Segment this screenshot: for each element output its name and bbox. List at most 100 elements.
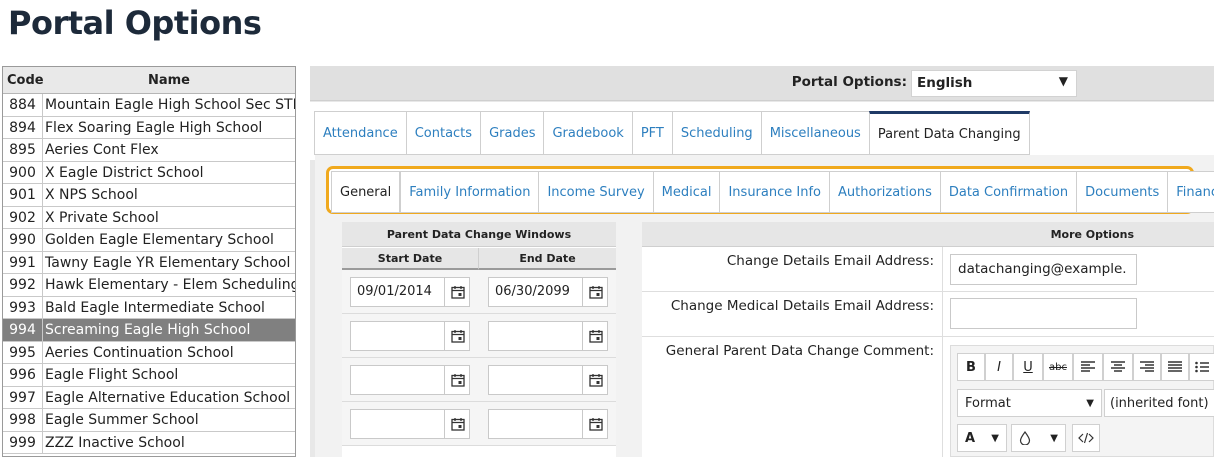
school-name: Flex Soaring Eagle High School [45, 119, 263, 136]
tab-miscellaneous[interactable]: Miscellaneous [760, 111, 869, 155]
tab-gradebook[interactable]: Gradebook [543, 111, 632, 155]
page-title: Portal Options [8, 4, 262, 42]
school-row[interactable]: 991 Tawny Eagle YR Elementary School [3, 251, 295, 274]
background-color-button[interactable]: ▼ [1011, 424, 1066, 452]
name-column-header[interactable]: Name [43, 73, 295, 88]
school-row[interactable]: 999 ZZZ Inactive School [3, 431, 295, 454]
end-date-picker [488, 321, 608, 351]
subtab-family-information[interactable]: Family Information [400, 171, 539, 213]
end-date-header: End Date [479, 248, 616, 270]
source-code-button[interactable] [1072, 424, 1100, 452]
school-code: 990 [3, 229, 43, 251]
medical-email-field[interactable] [950, 298, 1137, 329]
bold-button[interactable]: B [957, 353, 985, 381]
school-row[interactable]: 996 Eagle Flight School [3, 364, 295, 387]
align-center-button[interactable] [1103, 353, 1133, 381]
school-row[interactable]: 884 Mountain Eagle High School Sec STF [3, 94, 295, 117]
subtab-general[interactable]: General [331, 171, 401, 213]
calendar-icon[interactable] [444, 409, 470, 439]
school-row[interactable]: 994 Screaming Eagle High School [3, 319, 295, 342]
more-options-divider [942, 247, 943, 457]
sub-tabs: General Family Information Income Survey Me… [331, 171, 1214, 213]
calendar-icon[interactable] [582, 277, 608, 307]
start-date-picker [350, 321, 470, 351]
subtab-data-confirmation[interactable]: Data Confirmation [939, 171, 1077, 213]
subtab-income-survey[interactable]: Income Survey [538, 171, 653, 213]
format-select[interactable]: Format ▼ [957, 389, 1102, 417]
align-right-icon [1140, 361, 1154, 372]
school-row[interactable]: 998 Eagle Summer School [3, 409, 295, 432]
font-select[interactable]: (inherited font) [1104, 389, 1214, 417]
school-name: Golden Eagle Elementary School [45, 232, 274, 248]
school-name: Screaming Eagle High School [45, 322, 251, 338]
bulleted-list-button[interactable] [1189, 353, 1214, 381]
school-row[interactable]: 997 Eagle Alternative Education School [3, 386, 295, 409]
tab-scheduling[interactable]: Scheduling [671, 111, 761, 155]
format-select-value: Format [965, 395, 1011, 411]
school-list-header: Code Name [3, 67, 295, 94]
school-list: Code Name 884 Mountain Eagle High School … [2, 66, 296, 457]
school-code: 993 [3, 296, 43, 318]
school-name: Eagle Summer School [45, 412, 199, 428]
calendar-icon[interactable] [444, 321, 470, 351]
school-code: 895 [3, 139, 43, 161]
school-row[interactable]: 990 Golden Eagle Elementary School [3, 229, 295, 252]
start-date-picker: 09/01/2014 [350, 277, 470, 307]
code-column-header[interactable]: Code [3, 73, 44, 88]
school-row[interactable]: 900 X Eagle District School [3, 161, 295, 184]
calendar-icon[interactable] [582, 321, 608, 351]
school-code: 999 [3, 431, 43, 453]
school-row[interactable]: 902 X Private School [3, 206, 295, 229]
calendar-icon[interactable] [582, 409, 608, 439]
tab-grades[interactable]: Grades [480, 111, 544, 155]
school-row[interactable]: 992 Hawk Elementary - Elem Scheduling [3, 274, 295, 297]
align-right-button[interactable] [1133, 353, 1161, 381]
code-icon [1078, 432, 1094, 444]
row-divider [642, 291, 1214, 292]
italic-button[interactable]: I [985, 353, 1013, 381]
school-rows: 884 Mountain Eagle High School Sec STF 894… [3, 94, 295, 454]
school-code: 997 [3, 386, 43, 408]
dropdown-arrow-icon: ▼ [1086, 397, 1094, 409]
school-code: 992 [3, 274, 43, 296]
justify-icon [1168, 361, 1182, 372]
change-email-field[interactable]: datachanging@example. [950, 254, 1137, 285]
dropdown-arrow-icon: ▼ [1050, 432, 1058, 444]
bulleted-list-icon [1195, 361, 1209, 373]
subtab-insurance-info[interactable]: Insurance Info [719, 171, 829, 213]
align-left-button[interactable] [1073, 353, 1103, 381]
calendar-icon[interactable] [444, 277, 470, 307]
school-name: Aeries Continuation School [45, 344, 234, 361]
school-name: Aeries Cont Flex [45, 142, 159, 158]
school-row[interactable]: 894 Flex Soaring Eagle High School [3, 116, 295, 139]
school-row[interactable]: 995 Aeries Continuation School [3, 341, 295, 364]
font-select-value: (inherited font) [1110, 395, 1209, 411]
school-row[interactable]: 993 Bald Eagle Intermediate School [3, 296, 295, 319]
tab-parent-data-changing[interactable]: Parent Data Changing [868, 111, 1030, 155]
align-left-icon [1081, 361, 1095, 372]
row-divider [642, 336, 1214, 337]
text-color-button[interactable]: A ▼ [957, 424, 1007, 452]
language-select[interactable]: English ▼ [911, 70, 1077, 97]
subtab-authorizations[interactable]: Authorizations [829, 171, 940, 213]
justify-button[interactable] [1161, 353, 1189, 381]
school-name: ZZZ Inactive School [45, 434, 185, 451]
subtab-documents[interactable]: Documents [1076, 171, 1168, 213]
comment-label: General Parent Data Change Comment: [665, 343, 934, 359]
calendar-icon[interactable] [444, 365, 470, 395]
date-windows-title: Parent Data Change Windows [342, 222, 616, 247]
subtab-financials[interactable]: Financials [1167, 171, 1214, 213]
tab-contacts[interactable]: Contacts [405, 111, 481, 155]
school-row[interactable]: 901 X NPS School [3, 184, 295, 207]
underline-button[interactable]: U [1013, 353, 1043, 381]
strikethrough-button[interactable]: abc [1043, 353, 1073, 381]
school-code: 991 [3, 251, 43, 273]
school-name: X Private School [45, 209, 159, 226]
tab-attendance[interactable]: Attendance [314, 111, 406, 155]
tab-pft[interactable]: PFT [631, 111, 672, 155]
ink-drop-icon [1019, 431, 1031, 445]
subtab-medical[interactable]: Medical [652, 171, 720, 213]
start-date-header: Start Date [342, 248, 479, 270]
calendar-icon[interactable] [582, 365, 608, 395]
school-row[interactable]: 895 Aeries Cont Flex [3, 139, 295, 162]
